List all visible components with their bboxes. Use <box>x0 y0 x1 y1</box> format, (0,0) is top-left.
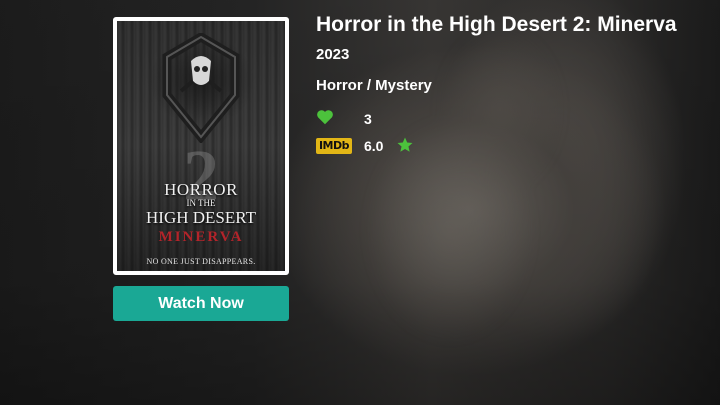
heart-icon[interactable] <box>316 109 334 125</box>
poster-title: HORROR IN THE HIGH DESERT <box>117 181 285 226</box>
backdrop-overlay <box>0 0 720 405</box>
imdb-score: 6.0 <box>364 138 384 154</box>
watch-now-button[interactable]: Watch Now <box>113 286 289 321</box>
star-icon <box>397 137 413 152</box>
movie-year: 2023 <box>316 46 350 63</box>
poster-title-line1: HORROR <box>164 180 238 199</box>
poster-subtitle: MINERVA <box>158 229 244 245</box>
poster-tagline: NO ONE JUST DISAPPEARS. <box>146 257 256 266</box>
imdb-logo: IMDb <box>316 138 352 154</box>
poster-title-line3: HIGH DESERT <box>146 208 256 227</box>
poster-emblem <box>162 33 240 143</box>
movie-genre: Horror / Mystery <box>316 77 432 94</box>
movie-poster: 2 HORROR IN THE HIGH DESERT MINERVA NO O… <box>113 17 289 275</box>
movie-title: Horror in the High Desert 2: Minerva <box>316 13 677 36</box>
poster-title-line2: IN THE <box>186 198 216 208</box>
likes-count: 3 <box>364 111 372 127</box>
movie-detail-screen: 2 HORROR IN THE HIGH DESERT MINERVA NO O… <box>0 0 720 405</box>
